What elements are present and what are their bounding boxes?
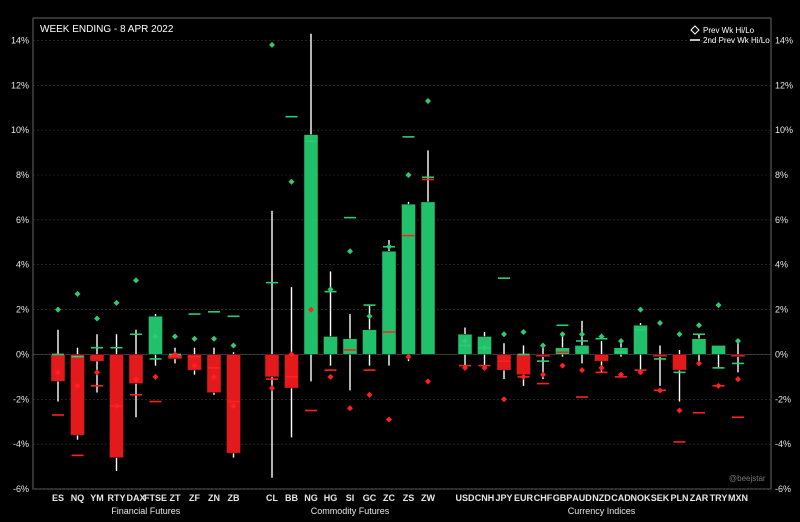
- bar-sek: [652, 354, 668, 357]
- y-tick-label-left: 10%: [11, 125, 29, 135]
- x-tick-label-zc: ZC: [383, 493, 395, 503]
- x-tick-label-mxn: MXN: [728, 493, 748, 503]
- x-tick-label-zn: ZN: [208, 493, 220, 503]
- x-tick-label-rty: RTY: [108, 493, 126, 503]
- x-tick-label-gc: GC: [363, 493, 377, 503]
- x-tick-label-aud: AUD: [572, 493, 592, 503]
- bar-bb: [284, 354, 299, 389]
- bar-si: [342, 338, 358, 355]
- x-tick-label-chf: CHF: [534, 493, 553, 503]
- x-tick-label-si: SI: [346, 493, 355, 503]
- y-tick-label-right: 4%: [775, 260, 788, 270]
- y-tick-label-right: -2%: [775, 394, 791, 404]
- x-tick-label-sek: SEK: [651, 493, 670, 503]
- y-tick-label-left: 12%: [11, 80, 29, 90]
- x-axis: ES NQ YM RTY DAXFTSE ZT ZF ZN ZB CL BB NG HG SI GC ZC ZS…: [52, 493, 748, 503]
- x-tick-label-nq: NQ: [71, 493, 85, 503]
- y-tick-label-left: 2%: [16, 305, 29, 315]
- x-tick-label-try: TRY: [710, 493, 728, 503]
- bar-jpy: [496, 354, 512, 371]
- bar-zc: [381, 251, 397, 355]
- bar-es: [50, 354, 66, 382]
- y-tick-label-left: 0%: [16, 349, 29, 359]
- y-tick-label-left: 8%: [16, 170, 29, 180]
- x-tick-label-zf: ZF: [189, 493, 200, 503]
- x-tick-label-zar: ZAR: [690, 493, 709, 503]
- y-tick-label-left: -4%: [13, 439, 29, 449]
- x-tick-label-bb: BB: [285, 493, 298, 503]
- bar-zar: [691, 338, 707, 355]
- x-tick-label-cad: CAD: [611, 493, 631, 503]
- bar-cl: [264, 354, 280, 378]
- x-tick-label-zt: ZT: [170, 493, 181, 503]
- x-tick-label-hg: HG: [324, 493, 338, 503]
- y-tick-label-right: 12%: [775, 80, 793, 90]
- x-tick-label-gbp: GBP: [553, 493, 573, 503]
- y-tick-label-right: 10%: [775, 125, 793, 135]
- bar-gc: [362, 329, 377, 355]
- bar-hg: [323, 336, 338, 355]
- chart-title: WEEK ENDING - 8 APR 2022: [40, 24, 174, 35]
- y-tick-label-right: -4%: [775, 439, 791, 449]
- y-tick-label-left: -6%: [13, 484, 29, 494]
- y-tick-label-left: 14%: [11, 35, 29, 45]
- x-tick-label-usd: USD: [455, 493, 475, 503]
- x-tick-label-eur: EUR: [514, 493, 534, 503]
- x-tick-label-zs: ZS: [403, 493, 415, 503]
- y-axis-right: -6% -4% -2% 0% 2% 4% 6% 8% 10% 12% 14%: [775, 35, 793, 494]
- legend-entry-prev: Prev Wk Hi/Lo: [703, 26, 755, 35]
- x-tick-label-es: ES: [52, 493, 64, 503]
- x-tick-label-jpy: JPY: [495, 493, 512, 503]
- chart: -6% -4% -2% 0% 2% 4% 6% 8% 10% 12% 14% -6% -4% -2% 0%…: [11, 17, 793, 516]
- x-tick-label-cnh: CNH: [475, 493, 495, 503]
- bar-aud: [574, 345, 590, 355]
- group-label-0: Financial Futures: [111, 506, 181, 516]
- watermark: @beejstar: [729, 474, 766, 483]
- x-tick-label-nzd: NZD: [592, 493, 611, 503]
- y-tick-label-right: 0%: [775, 349, 788, 359]
- bar-chf: [535, 354, 551, 357]
- bar-mxn: [730, 354, 746, 357]
- x-tick-label-dax: DAX: [126, 493, 145, 503]
- x-tick-label-cl: CL: [266, 493, 278, 503]
- y-tick-label-left: -2%: [13, 394, 29, 404]
- bar-zn: [206, 354, 222, 393]
- bar-ym: [89, 354, 105, 362]
- bar-nq: [70, 354, 85, 436]
- y-tick-label-right: 14%: [775, 35, 793, 45]
- bar-nzd: [594, 354, 609, 362]
- x-tick-label-zw: ZW: [421, 493, 435, 503]
- bar-eur: [516, 354, 531, 375]
- bar-gbp: [555, 347, 570, 355]
- y-tick-label-left: 4%: [16, 260, 29, 270]
- x-tick-label-ftse: FTSE: [144, 493, 167, 503]
- bar-pln: [672, 354, 687, 371]
- x-tick-label-zb: ZB: [228, 493, 240, 503]
- y-tick-label-right: 8%: [775, 170, 788, 180]
- group-label-2: Currency Indices: [568, 506, 636, 516]
- bar-try: [711, 345, 726, 355]
- bar-zs: [401, 203, 416, 355]
- y-tick-label-right: 2%: [775, 305, 788, 315]
- x-tick-label-ng: NG: [304, 493, 318, 503]
- y-axis-left: -6% -4% -2% 0% 2% 4% 6% 8% 10% 12% 14%: [11, 35, 29, 494]
- y-tick-label-right: -6%: [775, 484, 791, 494]
- x-tick-label-ym: YM: [90, 493, 104, 503]
- y-tick-label-left: 6%: [16, 215, 29, 225]
- group-labels: Financial Futures Commodity Futures Curren…: [111, 506, 636, 516]
- legend-entry-2nd-prev: 2nd Prev Wk Hi/Lo: [703, 36, 770, 45]
- y-tick-label-right: 6%: [775, 215, 788, 225]
- bar-ng: [303, 134, 319, 355]
- x-tick-label-nok: NOK: [631, 493, 652, 503]
- bar-zw: [420, 201, 436, 355]
- group-label-1: Commodity Futures: [311, 506, 390, 516]
- x-tick-label-pln: PLN: [671, 493, 689, 503]
- bar-cad: [613, 347, 629, 355]
- bar-usd: [457, 333, 473, 355]
